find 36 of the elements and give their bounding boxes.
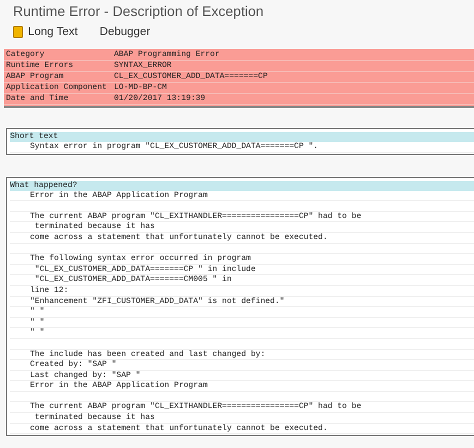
text-line: "Enhancement "ZFI_CUSTOMER_ADD_DATA" is not defined." (10, 296, 474, 308)
text-line: "CL_EX_CUSTOMER_ADD_DATA=======CM005 " in (10, 275, 474, 286)
text-line: " " (10, 307, 474, 318)
document-icon (13, 26, 23, 38)
debugger-button[interactable]: Debugger (100, 26, 150, 38)
text-line: " " (10, 328, 474, 339)
text-line: "CL_EX_CUSTOMER_ADD_DATA=======CP " in include (10, 264, 474, 276)
text-line: terminated because it has (10, 222, 474, 233)
field-label: Runtime Errors (6, 61, 74, 71)
field-value: 01/20/2017 13:19:39 (114, 94, 206, 104)
section-title: Short text (10, 132, 474, 142)
section-title: What happened? (10, 180, 474, 191)
field-label: Application Component (6, 83, 108, 93)
text-line: " " (10, 318, 474, 328)
text-line: Error in the ABAP Application Program (10, 381, 474, 392)
text-line: Syntax error in program "CL_EX_CUSTOMER_ADD_DATA=======CP ". (10, 142, 474, 153)
field-label: Date and Time (6, 94, 70, 104)
field-value: LO-MD-BP-CM (114, 83, 168, 93)
long-text-button[interactable]: Long Text (13, 26, 78, 38)
text-line: line 12: (10, 286, 474, 297)
text-line: come across a statement that unfortunately cannot be executed. (10, 424, 474, 434)
text-line: The current ABAP program "CL_EXITHANDLER================CP" had to be (10, 212, 474, 222)
text-line: terminated because it has (10, 413, 474, 424)
field-label: Category (6, 50, 46, 60)
field-value: CL_EX_CUSTOMER_ADD_DATA=======CP (114, 72, 269, 82)
text-line: come across a statement that unfortunately cannot be executed. (10, 232, 474, 244)
text-line: Last changed by: "SAP " (10, 370, 474, 382)
text-line: The current ABAP program "CL_EXITHANDLER================CP" had to be (10, 402, 474, 414)
field-label: ABAP Program (6, 72, 65, 82)
window-title: Runtime Error - Description of Exception (12, 2, 265, 21)
field-value: SYNTAX_ERROR (114, 61, 173, 71)
text-line: The include has been created and last changed by: (10, 350, 474, 360)
field-value: ABAP Programming Error (114, 50, 221, 60)
text-line: The following syntax error occurred in program (10, 254, 474, 265)
text-line: Error in the ABAP Application Program (10, 190, 474, 202)
text-line: Created by: "SAP " (10, 360, 474, 371)
